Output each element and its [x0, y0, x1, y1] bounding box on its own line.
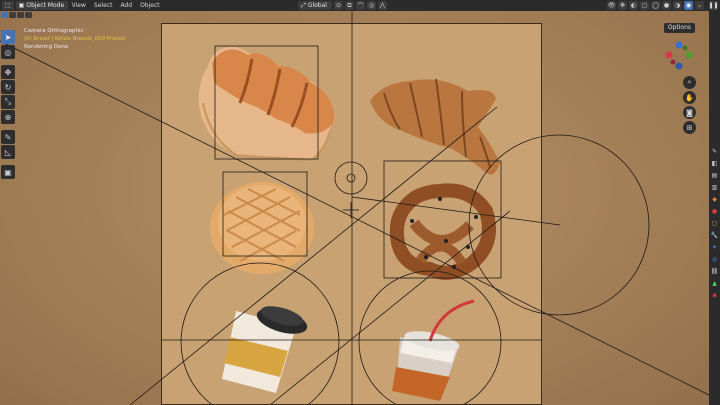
- modifier-tab-icon[interactable]: 🔧: [710, 231, 719, 240]
- move-icon[interactable]: ✥: [1, 65, 15, 79]
- transform-icon[interactable]: ⊕: [1, 110, 15, 124]
- snap-options-icon[interactable]: ⌒: [356, 1, 365, 10]
- scene-render: [0, 11, 709, 405]
- menu-view[interactable]: View: [68, 2, 90, 9]
- bounds-overlay: [0, 11, 709, 405]
- shading-options-icon[interactable]: ⌄: [695, 1, 704, 10]
- options-dropdown[interactable]: Options: [663, 23, 695, 33]
- world-tab-icon[interactable]: ●: [710, 207, 719, 216]
- xray-icon[interactable]: ▢: [640, 1, 649, 10]
- shading-wire-icon[interactable]: ◯: [651, 1, 660, 10]
- select-new-icon[interactable]: [1, 12, 8, 18]
- select-extend-icon[interactable]: [9, 12, 16, 18]
- object-tab-icon[interactable]: ▢: [710, 219, 719, 228]
- proportional-edit-icon[interactable]: ◎: [367, 1, 376, 10]
- menu-select[interactable]: Select: [90, 2, 117, 9]
- camera-label: Camera Orthographic: [24, 28, 84, 34]
- select-invert-icon[interactable]: [25, 12, 32, 18]
- render-status: Rendering Done: [24, 44, 69, 50]
- coffee-cup[interactable]: [222, 302, 310, 393]
- properties-tab-strip: ✎ ◧ ▤ ▥ ◆ ● ▢ 🔧 ✦ ◎ ⛓ ▲ ◉: [709, 11, 720, 405]
- falloff-icon[interactable]: ⋀: [378, 1, 387, 10]
- add-cube-icon[interactable]: ▣: [1, 165, 15, 179]
- croissant[interactable]: [370, 78, 500, 175]
- melon-bun[interactable]: [210, 182, 314, 274]
- scale-icon[interactable]: ⤡: [1, 95, 15, 109]
- pan-hand-icon[interactable]: ✋: [683, 91, 696, 104]
- data-tab-icon[interactable]: ▲: [710, 279, 719, 288]
- pretzel[interactable]: [389, 183, 496, 280]
- measure-icon[interactable]: ◺: [1, 145, 15, 159]
- scene-tab-icon[interactable]: ◆: [710, 195, 719, 204]
- 3d-viewport-icon: ⬚: [5, 2, 11, 9]
- rotate-icon[interactable]: ↻: [1, 80, 15, 94]
- menu-add[interactable]: Add: [116, 2, 136, 9]
- cursor-icon[interactable]: ◎: [1, 45, 15, 59]
- material-tab-icon[interactable]: ◉: [710, 291, 719, 300]
- physics-tab-icon[interactable]: ◎: [710, 255, 719, 264]
- tool-shelf: ➤ ◎ ✥ ↻ ⤡ ⊕ ✎ ◺ ▣: [1, 30, 15, 179]
- visibility-icon[interactable]: 👁: [607, 1, 616, 10]
- shading-material-icon[interactable]: ◑: [673, 1, 682, 10]
- navigation-gizmo[interactable]: [663, 37, 693, 71]
- bread-loaf[interactable]: [198, 46, 335, 162]
- shading-rendered-icon[interactable]: ◉: [684, 1, 693, 10]
- render-tab-icon[interactable]: ◧: [710, 159, 719, 168]
- overlay-toggle-icon[interactable]: ◐: [629, 1, 638, 10]
- view-layer-tab-icon[interactable]: ▥: [710, 183, 719, 192]
- viewport-info: Camera Orthographic (0) Bread | Kelsie B…: [24, 27, 126, 51]
- annotate-icon[interactable]: ✎: [1, 130, 15, 144]
- snap-icon[interactable]: ⧉: [345, 1, 354, 10]
- object-mode-icon: ▣: [18, 2, 25, 9]
- viewport-header: ⬚ ▣ Object Mode View Select Add Object ⤢…: [0, 0, 720, 11]
- select-box-icon[interactable]: ➤: [1, 30, 15, 44]
- select-subtract-icon[interactable]: [17, 12, 24, 18]
- global-axes-icon: ⤢: [301, 1, 306, 9]
- 3d-viewport[interactable]: Camera Orthographic (0) Bread | Kelsie B…: [0, 11, 709, 405]
- constraints-tab-icon[interactable]: ⛓: [710, 267, 719, 276]
- shading-solid-icon[interactable]: ●: [662, 1, 671, 10]
- pause-icon[interactable]: ❚❚: [708, 1, 719, 10]
- pivot-icon[interactable]: ⊙: [334, 1, 343, 10]
- iced-drink-cup[interactable]: [392, 299, 475, 401]
- tool-tab-icon[interactable]: ✎: [710, 147, 719, 156]
- mode-label: Object Mode: [26, 2, 65, 9]
- particles-tab-icon[interactable]: ✦: [710, 243, 719, 252]
- gizmo-toggle-icon[interactable]: ✥: [618, 1, 627, 10]
- zoom-icon[interactable]: ⌕: [683, 76, 696, 89]
- output-tab-icon[interactable]: ▤: [710, 171, 719, 180]
- orientation-label: Global: [307, 2, 327, 9]
- grid-icon[interactable]: ⊞: [683, 121, 696, 134]
- camera-icon[interactable]: ◙: [683, 106, 696, 119]
- orientation-dropdown[interactable]: ⤢ Global: [298, 1, 332, 10]
- collection-label: (0) Bread | Kelsie Breads_009 Pretzel: [24, 36, 126, 42]
- mode-dropdown[interactable]: ▣ Object Mode: [15, 1, 68, 10]
- select-mode-icons: [1, 12, 32, 18]
- editor-type-button[interactable]: ⬚: [2, 1, 14, 10]
- menu-object[interactable]: Object: [136, 2, 164, 9]
